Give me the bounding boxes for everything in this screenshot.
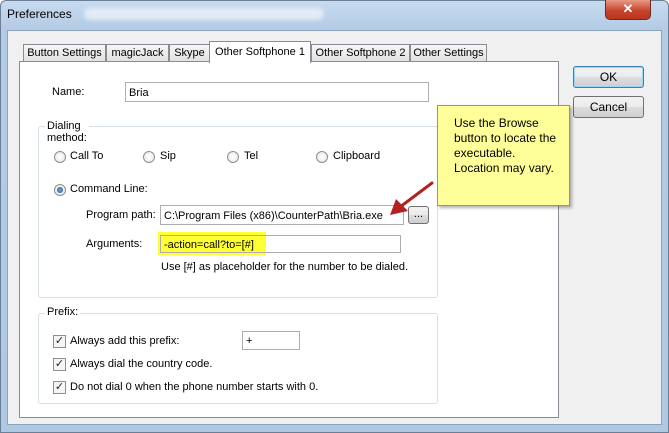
radio-sip-label[interactable]: Sip	[160, 150, 176, 162]
tab-other-softphone-2[interactable]: Other Softphone 2	[311, 44, 410, 62]
cancel-button[interactable]: Cancel	[573, 96, 644, 118]
tab-skype[interactable]: Skype	[169, 44, 210, 62]
annotation-arrow-icon	[390, 181, 434, 215]
radio-call-to-label[interactable]: Call To	[70, 150, 103, 162]
prefix-title: Prefix:	[45, 306, 81, 318]
ok-button[interactable]: OK	[573, 66, 644, 88]
arguments-label: Arguments:	[86, 238, 143, 250]
name-field[interactable]: Bria	[125, 82, 429, 102]
no-zero-checkbox[interactable]: ✓	[53, 381, 66, 394]
radio-clipboard-label[interactable]: Clipboard	[333, 150, 380, 162]
tab-other-softphone-1[interactable]: Other Softphone 1	[209, 41, 311, 63]
radio-call-to[interactable]	[54, 151, 66, 163]
radio-tel[interactable]	[227, 151, 239, 163]
country-code-label[interactable]: Always dial the country code.	[70, 358, 212, 370]
prefix-input[interactable]: +	[242, 331, 300, 350]
radio-clipboard[interactable]	[316, 151, 328, 163]
always-add-prefix-checkbox[interactable]: ✓	[53, 335, 66, 348]
dialing-method-title: Dialing method:	[45, 120, 89, 144]
close-button[interactable]: ✕	[605, 0, 651, 20]
radio-selected-dot	[57, 187, 63, 193]
blurred-title-region	[84, 8, 324, 20]
tab-button-settings[interactable]: Button Settings	[23, 44, 106, 62]
tab-other-settings[interactable]: Other Settings	[410, 44, 487, 62]
radio-tel-label[interactable]: Tel	[244, 150, 258, 162]
name-label: Name:	[52, 86, 85, 98]
no-zero-label[interactable]: Do not dial 0 when the phone number star…	[70, 381, 318, 393]
country-code-checkbox[interactable]: ✓	[53, 358, 66, 371]
program-path-field[interactable]: C:\Program Files (x86)\CounterPath\Bria.…	[160, 205, 404, 225]
radio-sip[interactable]	[143, 151, 155, 163]
arguments-hint: Use [#] as placeholder for the number to…	[161, 261, 409, 273]
program-path-label: Program path:	[86, 209, 156, 221]
radio-command-line-label[interactable]: Command Line:	[70, 183, 148, 195]
always-add-prefix-label[interactable]: Always add this prefix:	[70, 335, 179, 347]
annotation-callout: Use the Browse button to locate the exec…	[437, 105, 570, 206]
tab-magicjack[interactable]: magicJack	[106, 44, 169, 62]
arguments-field[interactable]: -action=call?to=[#]	[160, 235, 401, 253]
radio-command-line[interactable]	[54, 184, 66, 196]
window-title: Preferences	[7, 7, 72, 21]
